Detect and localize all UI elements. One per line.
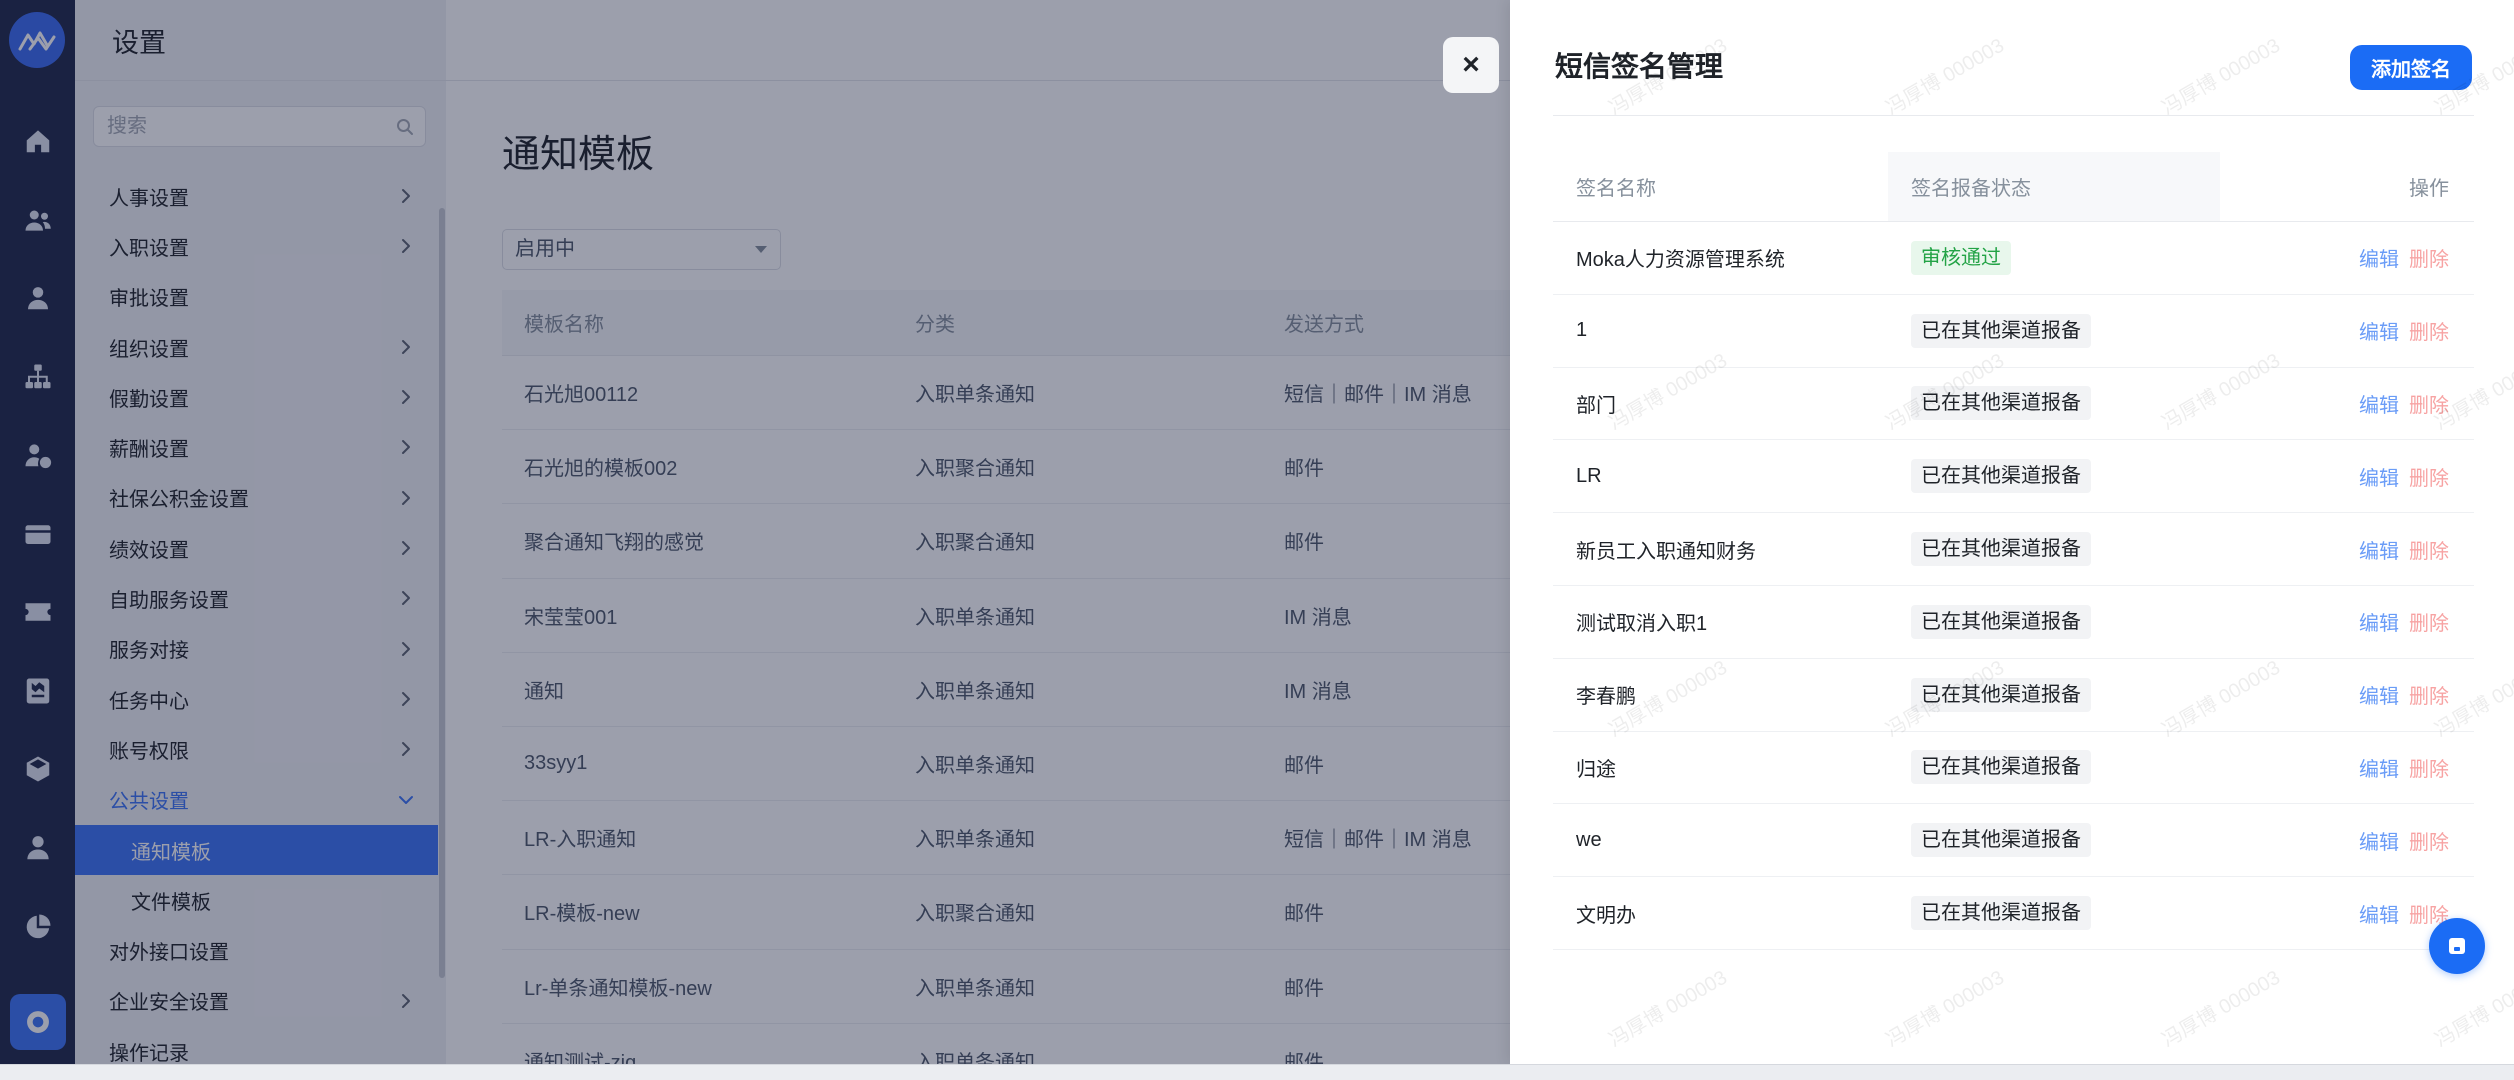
row-actions: 编辑 删除 bbox=[2359, 659, 2449, 731]
signature-row: we 已在其他渠道报备 编辑 删除 bbox=[1553, 804, 2474, 878]
delete-link[interactable]: 删除 bbox=[2409, 535, 2449, 564]
inbox-icon bbox=[2449, 938, 2465, 954]
signature-row: LR 已在其他渠道报备 编辑 删除 bbox=[1553, 440, 2474, 514]
signature-name: 归途 bbox=[1576, 758, 1616, 781]
status-badge: 已在其他渠道报备 bbox=[1911, 386, 2091, 421]
status-badge: 已在其他渠道报备 bbox=[1911, 313, 2091, 348]
edit-link[interactable]: 编辑 bbox=[2359, 316, 2399, 345]
signature-row: 李春鹏 已在其他渠道报备 编辑 删除 bbox=[1553, 659, 2474, 732]
status-badge: 已在其他渠道报备 bbox=[1911, 823, 2091, 858]
signature-table-header: 签名名称 签名报备状态 操作 bbox=[1553, 152, 2474, 222]
status-badge: 已在其他渠道报备 bbox=[1911, 750, 2091, 785]
close-icon: × bbox=[1462, 48, 1480, 81]
signature-status-cell: 已在其他渠道报备 bbox=[1911, 659, 2091, 731]
watermark-text: 冯厚博 000003 bbox=[1882, 34, 2009, 120]
watermark-text: 冯厚博 000003 bbox=[2158, 966, 2285, 1052]
signature-name: 1 bbox=[1576, 319, 1588, 342]
signature-name: LR bbox=[1576, 464, 1602, 487]
drawer-divider bbox=[1553, 115, 2474, 116]
delete-link[interactable]: 删除 bbox=[2409, 243, 2449, 272]
signature-status-cell: 审核通过 bbox=[1911, 222, 2011, 294]
signature-row: 测试取消入职1 已在其他渠道报备 编辑 删除 bbox=[1553, 586, 2474, 659]
close-drawer-button[interactable]: × bbox=[1443, 37, 1499, 93]
signature-status-cell: 已在其他渠道报备 bbox=[1911, 732, 2091, 804]
row-actions: 编辑 删除 bbox=[2359, 368, 2449, 440]
row-actions: 编辑 删除 bbox=[2359, 804, 2449, 876]
app-window: 设置 人事设置入职设置审批设置组织设置假勤设置薪酬设置社保公积金设置绩效设置自助… bbox=[0, 0, 2514, 1064]
delete-link[interactable]: 删除 bbox=[2409, 607, 2449, 636]
signature-name: 测试取消入职1 bbox=[1576, 613, 1708, 636]
add-signature-button[interactable]: 添加签名 bbox=[2350, 45, 2472, 90]
status-badge: 已在其他渠道报备 bbox=[1911, 604, 2091, 639]
watermark-text: 冯厚博 000003 bbox=[2431, 966, 2514, 1052]
status-badge: 审核通过 bbox=[1911, 240, 2011, 275]
delete-link[interactable]: 删除 bbox=[2409, 680, 2449, 709]
edit-link[interactable]: 编辑 bbox=[2359, 462, 2399, 491]
edit-link[interactable]: 编辑 bbox=[2359, 535, 2399, 564]
edit-link[interactable]: 编辑 bbox=[2359, 243, 2399, 272]
status-badge: 已在其他渠道报备 bbox=[1911, 459, 2091, 494]
delete-link[interactable]: 删除 bbox=[2409, 462, 2449, 491]
delete-link[interactable]: 删除 bbox=[2409, 826, 2449, 855]
signature-row: 新员工入职通知财务 已在其他渠道报备 编辑 删除 bbox=[1553, 513, 2474, 586]
signature-name: 部门 bbox=[1576, 394, 1616, 417]
row-actions: 编辑 删除 bbox=[2359, 586, 2449, 658]
signature-row: 部门 已在其他渠道报备 编辑 删除 bbox=[1553, 368, 2474, 441]
drawer-title: 短信签名管理 bbox=[1555, 51, 1724, 82]
row-actions: 编辑 删除 bbox=[2359, 222, 2449, 294]
signature-status-cell: 已在其他渠道报备 bbox=[1911, 295, 2091, 367]
watermark-text: 冯厚博 000003 bbox=[1605, 966, 1732, 1052]
sms-signature-drawer: 短信签名管理 添加签名 签名名称 签名报备状态 操作 Moka人力资源管理系统 审… bbox=[1510, 0, 2514, 1064]
edit-link[interactable]: 编辑 bbox=[2359, 826, 2399, 855]
column-header-status: 签名报备状态 bbox=[1911, 178, 2031, 200]
signature-name: 文明办 bbox=[1576, 904, 1636, 927]
edit-link[interactable]: 编辑 bbox=[2359, 607, 2399, 636]
column-header-signature-name: 签名名称 bbox=[1576, 178, 1656, 200]
signature-row: 文明办 已在其他渠道报备 编辑 删除 bbox=[1553, 877, 2474, 950]
status-badge: 已在其他渠道报备 bbox=[1911, 532, 2091, 567]
delete-link[interactable]: 删除 bbox=[2409, 753, 2449, 782]
delete-link[interactable]: 删除 bbox=[2409, 316, 2449, 345]
edit-link[interactable]: 编辑 bbox=[2359, 753, 2399, 782]
edit-link[interactable]: 编辑 bbox=[2359, 680, 2399, 709]
edit-link[interactable]: 编辑 bbox=[2359, 389, 2399, 418]
signature-status-cell: 已在其他渠道报备 bbox=[1911, 440, 2091, 512]
signature-status-cell: 已在其他渠道报备 bbox=[1911, 804, 2091, 876]
signature-status-cell: 已在其他渠道报备 bbox=[1911, 513, 2091, 585]
modal-overlay[interactable] bbox=[0, 0, 1510, 1064]
watermark-text: 冯厚博 000003 bbox=[2158, 34, 2285, 120]
floating-action-button[interactable] bbox=[2429, 918, 2485, 974]
status-badge: 已在其他渠道报备 bbox=[1911, 677, 2091, 712]
signature-status-cell: 已在其他渠道报备 bbox=[1911, 877, 2091, 949]
signature-row: 1 已在其他渠道报备 编辑 删除 bbox=[1553, 295, 2474, 368]
row-actions: 编辑 删除 bbox=[2359, 295, 2449, 367]
column-header-actions: 操作 bbox=[2409, 178, 2449, 200]
signature-row: Moka人力资源管理系统 审核通过 编辑 删除 bbox=[1553, 222, 2474, 295]
window-bottom-bar bbox=[0, 1064, 2514, 1080]
delete-link[interactable]: 删除 bbox=[2409, 389, 2449, 418]
row-actions: 编辑 删除 bbox=[2359, 440, 2449, 512]
status-badge: 已在其他渠道报备 bbox=[1911, 896, 2091, 931]
signature-status-cell: 已在其他渠道报备 bbox=[1911, 586, 2091, 658]
row-actions: 编辑 删除 bbox=[2359, 732, 2449, 804]
edit-link[interactable]: 编辑 bbox=[2359, 899, 2399, 928]
signature-name: 新员工入职通知财务 bbox=[1576, 540, 1756, 563]
signature-name: we bbox=[1576, 828, 1602, 851]
signature-name: 李春鹏 bbox=[1576, 686, 1636, 709]
signature-status-cell: 已在其他渠道报备 bbox=[1911, 368, 2091, 440]
row-actions: 编辑 删除 bbox=[2359, 513, 2449, 585]
signature-name: Moka人力资源管理系统 bbox=[1576, 249, 1785, 272]
signature-table: 签名名称 签名报备状态 操作 Moka人力资源管理系统 审核通过 编辑 删除 1 已在其他… bbox=[1553, 152, 2474, 950]
watermark-text: 冯厚博 000003 bbox=[1882, 966, 2009, 1052]
signature-row: 归途 已在其他渠道报备 编辑 删除 bbox=[1553, 732, 2474, 805]
